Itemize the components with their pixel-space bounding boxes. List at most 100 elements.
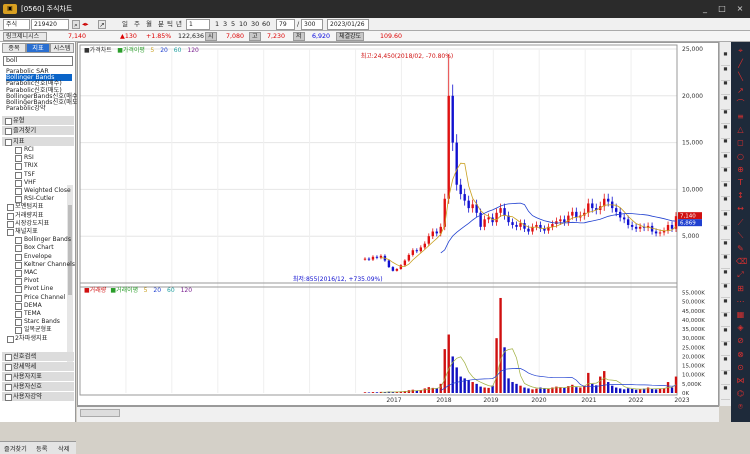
- tab-delete[interactable]: 삭제: [58, 444, 69, 453]
- chart-tool-icon[interactable]: ■: [721, 328, 730, 342]
- indicator-group[interactable]: 거래량지표: [7, 212, 43, 220]
- indicator-item[interactable]: TSF: [15, 171, 35, 179]
- minute-10[interactable]: 10: [239, 20, 247, 29]
- indicator-group[interactable]: 모멘텀지표: [7, 203, 43, 212]
- period-day[interactable]: 일: [122, 20, 128, 29]
- chart-tool-icon[interactable]: ■: [721, 241, 730, 255]
- chart-tool-icon[interactable]: ■: [721, 386, 730, 400]
- channel-indicator-item[interactable]: MAC: [15, 269, 37, 277]
- drawing-tool-icon[interactable]: ⋯: [736, 297, 745, 306]
- chart-tool-icon[interactable]: ■: [721, 168, 730, 182]
- indicator-search-input[interactable]: boll: [3, 56, 73, 66]
- drawing-tool-icon[interactable]: T: [736, 178, 745, 187]
- drawing-tool-icon[interactable]: ⊕: [736, 165, 745, 174]
- price-legend-item[interactable]: 20: [160, 47, 168, 54]
- drawing-tool-icon[interactable]: ⌒: [736, 99, 745, 108]
- volume-legend-item[interactable]: ■거래이평: [110, 286, 138, 294]
- minute-30[interactable]: 30: [251, 20, 259, 29]
- chart-tool-icon[interactable]: ■: [721, 125, 730, 139]
- drawing-tool-icon[interactable]: ⟋: [736, 218, 745, 227]
- channel-indicator-item[interactable]: Starc Bands: [15, 318, 60, 327]
- drawing-tool-icon[interactable]: ✎: [736, 244, 745, 253]
- price-legend-item[interactable]: 120: [187, 47, 199, 54]
- channel-indicator-item[interactable]: Pivot Line: [15, 285, 53, 294]
- chart-tool-icon[interactable]: ■: [721, 313, 730, 327]
- chart-tool-icon[interactable]: ■: [721, 110, 730, 124]
- minute-1[interactable]: 1: [215, 20, 219, 29]
- volume-legend-item[interactable]: ■거래량: [84, 286, 107, 294]
- chart-tool-icon[interactable]: ■: [721, 226, 730, 240]
- minute-5[interactable]: 5: [231, 20, 235, 29]
- volume-legend-item[interactable]: 20: [153, 287, 161, 294]
- indicator-group[interactable]: 시장강도지표: [7, 220, 49, 228]
- channel-indicator-item[interactable]: Price Channel: [15, 294, 65, 302]
- period-minute[interactable]: 분: [158, 20, 164, 29]
- drawing-tool-icon[interactable]: ↕: [736, 191, 745, 200]
- chart-tool-icon[interactable]: ■: [721, 299, 730, 313]
- count-input[interactable]: 79: [276, 19, 295, 30]
- section-item[interactable]: 신호검색: [2, 352, 74, 361]
- tab-indicator[interactable]: 지표: [26, 43, 50, 53]
- drawing-tool-icon[interactable]: ⊙: [736, 363, 745, 372]
- period-week[interactable]: 주: [134, 20, 140, 29]
- drawing-tool-icon[interactable]: ◈: [736, 323, 745, 332]
- minute-3[interactable]: 3: [223, 20, 227, 29]
- search-result[interactable]: Parabolic강약: [6, 105, 46, 112]
- drawing-tool-icon[interactable]: ⊘: [736, 336, 745, 345]
- chart-tool-icon[interactable]: ■: [721, 96, 730, 110]
- minute-60[interactable]: 60: [262, 20, 270, 29]
- channel-indicator-item[interactable]: Keltner Channels: [15, 261, 75, 269]
- section-favorites[interactable]: 즐겨찾기: [2, 126, 74, 135]
- date-input[interactable]: 2023/01/26: [327, 19, 369, 30]
- channel-indicator-item[interactable]: 일목균형표: [15, 326, 52, 335]
- price-legend-item[interactable]: ■가격이평: [117, 46, 145, 54]
- interval-select[interactable]: 1: [186, 19, 210, 30]
- period-year[interactable]: 년: [176, 20, 182, 29]
- minimize-button[interactable]: _: [699, 3, 711, 14]
- tab-system[interactable]: 시스템: [50, 43, 74, 53]
- maximize-button[interactable]: □: [716, 3, 728, 14]
- drawing-tool-icon[interactable]: ▦: [736, 310, 745, 319]
- drawing-tool-icon[interactable]: ⌖: [736, 46, 745, 55]
- section-item[interactable]: 사용자지표: [2, 372, 74, 381]
- chart-tool-icon[interactable]: ■: [721, 197, 730, 211]
- channel-indicator-item[interactable]: Envelope: [15, 253, 52, 261]
- chart-tool-icon[interactable]: ■: [721, 52, 730, 66]
- volume-legend-item[interactable]: 120: [181, 287, 193, 294]
- stock-arrow-icon[interactable]: ◂▸: [82, 20, 89, 29]
- period-tick[interactable]: 틱: [167, 20, 173, 29]
- drawing-tool-icon[interactable]: ⌫: [736, 257, 747, 266]
- chart-tool-icon[interactable]: ■: [721, 67, 730, 81]
- channel-indicator-item[interactable]: Box Chart: [15, 244, 54, 253]
- chart-tool-icon[interactable]: ■: [721, 284, 730, 298]
- chart-tool-icon[interactable]: ■: [721, 357, 730, 371]
- indicator-item[interactable]: VHF: [15, 179, 36, 187]
- tab-stock[interactable]: 종목: [2, 43, 26, 53]
- drawing-tool-icon[interactable]: ⤢: [736, 270, 745, 279]
- drawing-tool-icon[interactable]: ⊞: [736, 284, 745, 293]
- close-button[interactable]: ×: [734, 3, 746, 14]
- drawing-tool-icon[interactable]: ⌬: [736, 389, 745, 398]
- drawing-tool-icon[interactable]: ⍟: [736, 402, 745, 411]
- chart-tool-icon[interactable]: ■: [721, 270, 730, 284]
- volume-legend-item[interactable]: 5: [144, 287, 148, 294]
- indicator-item[interactable]: RSI: [15, 154, 34, 163]
- tab-register[interactable]: 등록: [36, 444, 47, 453]
- indicator-item[interactable]: RCI: [15, 146, 34, 154]
- chart-area[interactable]: 최고:24,450(2018/02, -70.80%) 최저:855(2016/1…: [77, 42, 719, 406]
- section-indicators[interactable]: 지표: [2, 137, 74, 146]
- period-month[interactable]: 월: [146, 20, 152, 29]
- indicator-item[interactable]: TRIX: [15, 162, 38, 171]
- chart-tool-icon[interactable]: ■: [721, 371, 730, 385]
- panel-scrollbar[interactable]: [67, 185, 73, 369]
- indicator-item[interactable]: RSI-Cutler: [15, 195, 54, 204]
- price-legend-item[interactable]: 60: [174, 47, 182, 54]
- channel-indicator-item[interactable]: DEMA: [15, 302, 42, 310]
- drawing-tool-icon[interactable]: ○: [736, 152, 745, 161]
- related-icon[interactable]: ↗: [98, 20, 106, 29]
- stock-type-select[interactable]: 주식: [3, 19, 30, 30]
- drawing-tool-icon[interactable]: ↔: [736, 204, 745, 213]
- section-item[interactable]: 강세약세: [2, 362, 74, 371]
- drawing-tool-icon[interactable]: ⊗: [736, 350, 745, 359]
- drawing-tool-icon[interactable]: ◻: [736, 138, 745, 147]
